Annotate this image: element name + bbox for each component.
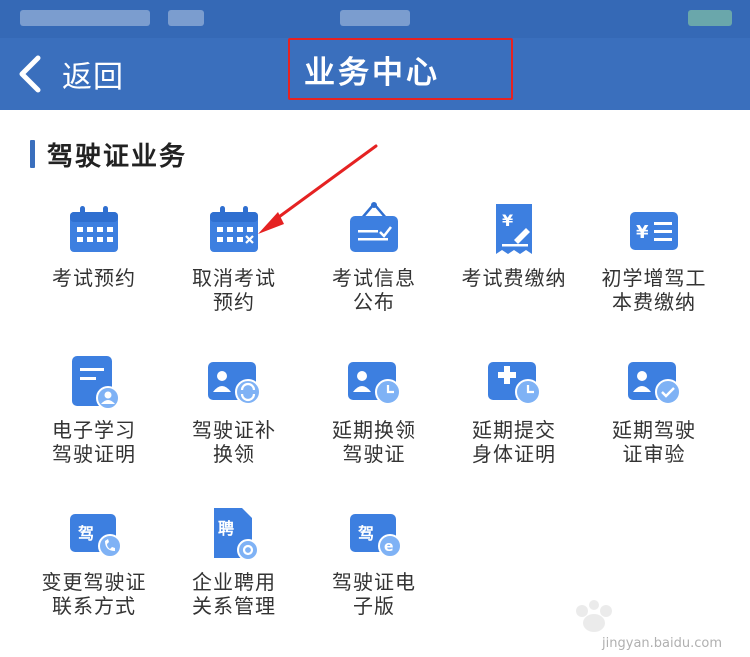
service-label: 初学增驾工: [601, 266, 707, 290]
medical-clock-icon: [488, 362, 541, 405]
service-e-license[interactable]: 驾 e 驾驶证电 子版: [304, 504, 444, 618]
chevron-left-icon: [19, 55, 41, 93]
service-label: 延期驾驶: [612, 418, 696, 442]
service-label: 电子学习: [52, 418, 136, 442]
status-blur: [168, 10, 204, 26]
card-yuan-icon: ¥: [630, 212, 678, 250]
service-label-2: 驾驶证明: [52, 442, 136, 466]
document-user-icon: [72, 356, 120, 410]
service-label-2: 预约: [213, 290, 255, 314]
status-bar: [0, 0, 750, 38]
navigation-bar: 返回 业务中心: [0, 38, 750, 110]
section-header: 驾驶证业务: [30, 138, 188, 172]
card-e-icon: 驾 e: [350, 514, 402, 558]
service-label-2: 联系方式: [52, 594, 136, 618]
calendar-cancel-icon: [210, 206, 258, 252]
back-label: 返回: [62, 60, 124, 95]
service-exam-info[interactable]: 考试信息 公布: [304, 200, 444, 314]
service-label-2: 身体证明: [472, 442, 556, 466]
section-title: 驾驶证业务: [47, 141, 188, 172]
service-cancel-exam-booking[interactable]: 取消考试 预约: [164, 200, 304, 314]
badge-text: 驾: [357, 524, 374, 543]
service-beginner-fee[interactable]: ¥ 初学增驾工 本费缴纳: [584, 200, 724, 314]
id-card-refresh-icon: [208, 362, 261, 405]
service-label-2: 公布: [353, 290, 395, 314]
service-employment-management[interactable]: 聘 企业聘用 关系管理: [164, 504, 304, 618]
service-license-reissue[interactable]: 驾驶证补 换领: [164, 352, 304, 466]
service-change-contact[interactable]: 驾 变更驾驶证 联系方式: [24, 504, 164, 618]
section-marker: [30, 140, 35, 168]
service-label: 企业聘用: [192, 570, 276, 594]
calendar-icon: [70, 206, 118, 252]
document-gear-icon: 聘: [214, 508, 259, 561]
status-blur: [20, 10, 150, 26]
service-label: 变更驾驶证: [41, 570, 147, 594]
receipt-yuan-icon: ¥: [496, 204, 532, 254]
badge-text: 驾: [77, 524, 94, 543]
service-e-learning-proof[interactable]: 电子学习 驾驶证明: [24, 352, 164, 466]
id-card-check-icon: [628, 362, 681, 405]
service-label-2: 子版: [353, 594, 395, 618]
service-label-2: 驾驶证: [342, 442, 406, 466]
notice-board-icon: [350, 202, 398, 252]
service-label-2: 换领: [213, 442, 255, 466]
service-label: 延期提交: [472, 418, 556, 442]
status-blur: [340, 10, 410, 26]
id-card-clock-icon: [348, 362, 401, 405]
service-exam-booking[interactable]: 考试预约: [24, 200, 164, 290]
watermark-text: jingyan.baidu.com: [602, 636, 722, 651]
baidu-watermark-icon: [576, 600, 612, 632]
service-label: 延期换领: [332, 418, 416, 442]
svg-text:¥: ¥: [636, 222, 649, 243]
title-highlight-box: 业务中心: [288, 38, 513, 100]
svg-text:¥: ¥: [502, 211, 513, 230]
service-delay-renewal[interactable]: 延期换领 驾驶证: [304, 352, 444, 466]
service-label: 驾驶证补: [192, 418, 276, 442]
card-phone-icon: 驾: [70, 514, 122, 558]
status-blur: [688, 10, 732, 26]
e-badge-text: e: [384, 539, 394, 555]
service-label: 考试预约: [52, 266, 136, 290]
service-label: 考试费缴纳: [461, 266, 567, 290]
service-label: 取消考试: [192, 266, 276, 290]
service-label-2: 关系管理: [192, 594, 276, 618]
service-delay-review[interactable]: 延期驾驶 证审验: [584, 352, 724, 466]
page-title: 业务中心: [304, 54, 440, 91]
back-button[interactable]: 返回: [14, 50, 124, 98]
service-label: 驾驶证电: [332, 570, 416, 594]
service-delay-medical[interactable]: 延期提交 身体证明: [444, 352, 584, 466]
service-label-2: 本费缴纳: [612, 290, 696, 314]
badge-text: 聘: [218, 519, 234, 538]
service-label-2: 证审验: [622, 442, 686, 466]
service-exam-fee[interactable]: ¥ 考试费缴纳: [444, 200, 584, 290]
service-label: 考试信息: [332, 266, 416, 290]
